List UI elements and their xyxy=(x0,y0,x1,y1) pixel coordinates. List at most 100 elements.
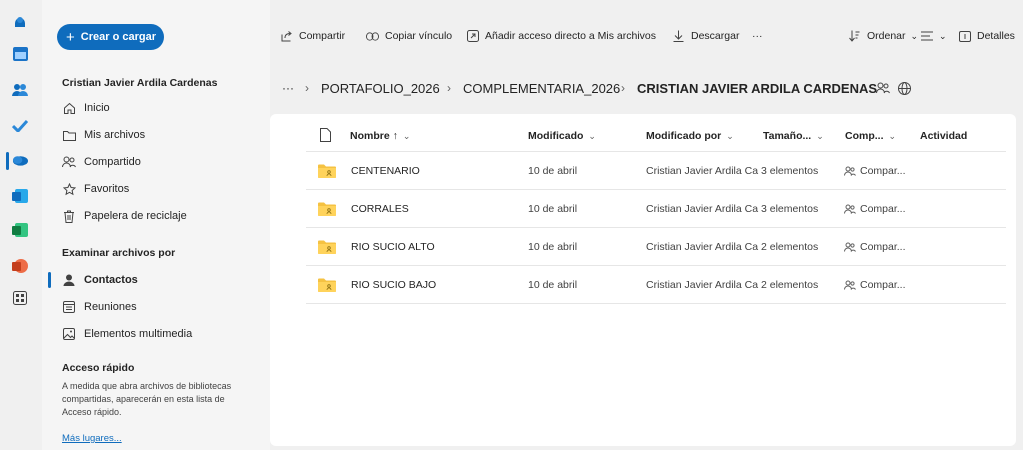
sharing-label: Compar... xyxy=(860,279,906,291)
breadcrumb-separator-icon: › xyxy=(447,81,451,95)
view-options-button[interactable]: ⌄ xyxy=(920,26,947,46)
breadcrumb-separator-icon: › xyxy=(621,81,625,95)
table-row[interactable]: RIO SUCIO ALTO 10 de abril Cristian Javi… xyxy=(306,228,1006,266)
details-label: Detalles xyxy=(977,30,1015,42)
breadcrumb-current-folder: CRISTIAN JAVIER ARDILA CARDENAS xyxy=(637,80,878,96)
app-rail xyxy=(0,0,42,450)
people-icon xyxy=(844,280,856,290)
column-header-modified[interactable]: Modificado ⌄ xyxy=(528,128,596,144)
nav-item-meetings[interactable]: Reuniones xyxy=(62,298,137,316)
modified-by: Cristian Javier Ardila Ca xyxy=(646,241,759,253)
outlook-icon[interactable] xyxy=(12,188,28,204)
column-header-activity[interactable]: Actividad xyxy=(920,128,967,144)
todo-icon[interactable] xyxy=(12,118,28,134)
modified-by: Cristian Javier Ardila Ca xyxy=(646,279,759,291)
shared-people-icon[interactable] xyxy=(876,78,890,98)
download-button[interactable]: Descargar xyxy=(672,26,739,46)
onedrive-icon[interactable] xyxy=(12,152,28,168)
shared-folder-icon xyxy=(318,278,336,292)
chevron-down-icon: ⌄ xyxy=(816,130,824,141)
more-places-link[interactable]: Más lugares... xyxy=(62,433,122,444)
file-list: Nombre ↑ ⌄ Modificado ⌄ Modificado por ⌄… xyxy=(270,114,1016,446)
file-type-header-icon xyxy=(320,128,331,145)
table-row[interactable]: CENTENARIO 10 de abril Cristian Javier A… xyxy=(306,152,1006,190)
calendar-icon[interactable] xyxy=(12,46,28,62)
more-actions-button[interactable]: ··· xyxy=(752,26,763,46)
nav-item-contacts[interactable]: Contactos xyxy=(62,271,138,289)
nav-item-home[interactable]: Inicio xyxy=(62,99,110,117)
chevron-down-icon: ⌄ xyxy=(888,130,897,141)
people-icon[interactable] xyxy=(12,82,28,98)
nav-item-label: Compartido xyxy=(84,156,141,168)
column-header-size[interactable]: Tamaño... ⌄ xyxy=(763,128,824,144)
nav-item-label: Elementos multimedia xyxy=(84,328,193,340)
people-icon xyxy=(844,166,856,176)
link-icon xyxy=(366,30,379,43)
powerpoint-icon[interactable] xyxy=(12,258,28,274)
sharing-status[interactable]: Compar... xyxy=(844,228,906,266)
item-count: 2 elementos xyxy=(761,279,819,291)
nav-item-recycle-bin[interactable]: Papelera de reciclaje xyxy=(62,207,187,225)
sharing-label: Compar... xyxy=(860,241,906,253)
file-name[interactable]: RIO SUCIO BAJO xyxy=(351,266,436,304)
image-icon xyxy=(62,327,76,341)
sharing-label: Compar... xyxy=(860,165,906,177)
file-name[interactable]: CORRALES xyxy=(351,190,409,228)
column-header-modified-label: Modificado xyxy=(528,130,584,142)
excel-icon[interactable] xyxy=(12,222,28,238)
create-upload-label: Crear o cargar xyxy=(80,31,156,43)
file-name[interactable]: RIO SUCIO ALTO xyxy=(351,228,435,266)
chevron-down-icon: ⌄ xyxy=(726,130,734,141)
column-header-sharing[interactable]: Comp... ⌄ xyxy=(845,128,896,144)
modified-date: 10 de abril xyxy=(528,165,578,177)
breadcrumb-overflow-button[interactable]: ··· xyxy=(282,78,294,98)
rail-active-indicator xyxy=(6,152,9,170)
chevron-down-icon: ⌄ xyxy=(402,130,411,141)
apps-icon[interactable] xyxy=(12,290,28,306)
people-icon xyxy=(62,155,76,169)
table-row[interactable]: CORRALES 10 de abril Cristian Javier Ard… xyxy=(306,190,1006,228)
column-header-name-label: Nombre ↑ xyxy=(350,130,398,142)
share-label: Compartir xyxy=(299,30,346,42)
nav-item-shared[interactable]: Compartido xyxy=(62,153,141,171)
nav-item-favorites[interactable]: Favoritos xyxy=(62,180,129,198)
breadcrumb-item-complementaria[interactable]: COMPLEMENTARIA_2026 xyxy=(463,78,620,98)
table-row[interactable]: RIO SUCIO BAJO 10 de abril Cristian Javi… xyxy=(306,266,1006,304)
item-count: 3 elementos xyxy=(761,203,819,215)
details-button[interactable]: Detalles xyxy=(958,26,1015,46)
quick-access-heading: Acceso rápido xyxy=(62,362,135,374)
nav-item-my-files[interactable]: Mis archivos xyxy=(62,126,145,144)
chevron-down-icon: ⌄ xyxy=(910,30,919,41)
nav-item-label: Contactos xyxy=(84,274,138,286)
sharing-status[interactable]: Compar... xyxy=(844,152,906,190)
sort-label: Ordenar xyxy=(867,30,906,42)
sharing-status[interactable]: Compar... xyxy=(844,266,906,304)
nav-item-label: Reuniones xyxy=(84,301,137,313)
column-header-name[interactable]: Nombre ↑ ⌄ xyxy=(350,128,410,144)
file-name[interactable]: CENTENARIO xyxy=(351,152,420,190)
shared-folder-icon xyxy=(318,164,336,178)
add-shortcut-label: Añadir acceso directo a Mis archivos xyxy=(485,30,656,42)
sort-button[interactable]: Ordenar ⌄ xyxy=(848,26,918,46)
copy-link-button[interactable]: Copiar vínculo xyxy=(366,26,452,46)
sharing-status[interactable]: Compar... xyxy=(844,190,906,228)
column-header-modified-by[interactable]: Modificado por ⌄ xyxy=(646,128,734,144)
shared-folder-icon xyxy=(318,202,336,216)
browse-heading: Examinar archivos por xyxy=(62,247,176,259)
globe-icon[interactable] xyxy=(898,78,911,98)
modified-date: 10 de abril xyxy=(528,203,578,215)
create-upload-button[interactable]: + Crear o cargar xyxy=(57,24,164,50)
column-header-size-label: Tamaño... xyxy=(763,130,812,142)
modified-date: 10 de abril xyxy=(528,279,578,291)
plus-icon: + xyxy=(66,28,75,46)
column-header-sharing-label: Comp... xyxy=(845,130,884,142)
nav-item-media[interactable]: Elementos multimedia xyxy=(62,325,192,343)
breadcrumb-item-portafolio[interactable]: PORTAFOLIO_2026 xyxy=(321,78,440,98)
share-button[interactable]: Compartir xyxy=(280,26,345,46)
calendar-icon xyxy=(62,300,76,314)
account-icon[interactable] xyxy=(12,14,28,30)
more-actions-label: ··· xyxy=(752,30,763,42)
command-bar: Compartir Copiar vínculo Añadir acceso d… xyxy=(270,26,1023,46)
people-icon xyxy=(844,242,856,252)
add-shortcut-button[interactable]: Añadir acceso directo a Mis archivos xyxy=(466,26,656,46)
